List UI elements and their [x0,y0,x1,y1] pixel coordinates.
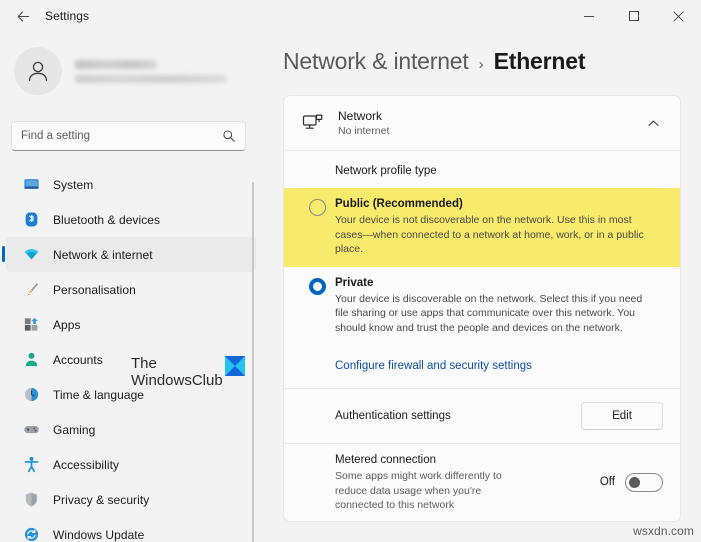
paintbrush-icon [22,281,40,299]
sidebar-nav: System Bluetooth & devices Network & int… [2,167,256,542]
apps-grid-icon [22,316,40,334]
monitor-icon [22,176,40,194]
radio-option-public[interactable]: Public (Recommended) Your device is not … [284,188,680,267]
toggle-knob [629,476,640,488]
maximize-button[interactable] [611,0,656,32]
sidebar-item-time-language[interactable]: Time & language [6,377,256,412]
title-bar: Settings [0,0,701,32]
sidebar-item-label: Network & internet [53,247,153,262]
sidebar-scrollbar[interactable] [252,182,254,542]
sidebar-item-bluetooth-devices[interactable]: Bluetooth & devices [6,202,256,237]
sidebar-item-label: Bluetooth & devices [53,212,161,227]
breadcrumb-parent[interactable]: Network & internet [283,48,469,75]
sidebar-item-gaming[interactable]: Gaming [6,412,256,447]
sidebar-item-label: Privacy & security [53,492,150,507]
sidebar-item-label: System [53,177,94,192]
user-profile[interactable] [14,42,262,100]
sidebar-item-label: Time & language [53,387,145,402]
window-controls [566,0,701,32]
search-input[interactable] [21,130,222,142]
settings-window: Settings Find a setting System Bluetooth… [0,0,701,542]
radio-option-description: Your device is discoverable on the netwo… [335,292,643,334]
network-name: Network [338,108,383,123]
metered-toggle-group: Off [599,472,663,492]
toggle-state-label: Off [599,476,615,489]
close-icon [673,10,684,22]
accessibility-icon [22,456,40,474]
sidebar-item-accessibility[interactable]: Accessibility [6,447,256,482]
sidebar-item-label: Accessibility [53,457,119,472]
network-status: No internet [338,124,390,137]
app-title: Settings [45,9,90,23]
chevron-up-icon[interactable] [640,110,666,136]
metered-connection-row: Metered connection Some apps might work … [284,444,680,521]
back-button[interactable] [7,1,39,31]
section-label: Network profile type [335,165,437,177]
radio-option-title: Private [335,276,374,289]
sidebar-item-system[interactable]: System [6,167,256,202]
profile-email-blurred [75,74,227,83]
radio-option-private[interactable]: Private Your device is discoverable on t… [284,267,680,346]
radio-option-description: Your device is not discoverable on the n… [335,214,644,255]
close-button[interactable] [656,0,701,32]
breadcrumb: Network & internet › Ethernet [262,32,701,75]
authentication-settings-row: Authentication settings Edit [284,389,680,443]
update-refresh-icon [22,526,40,542]
profile-text [75,59,227,83]
metered-texts: Metered connection Some apps might work … [335,452,600,513]
search-box[interactable] [11,121,246,151]
network-texts: Network No internet [338,109,640,138]
sidebar-item-label: Windows Update [53,527,145,542]
sidebar-item-label: Accounts [53,352,103,367]
profile-name-blurred [75,59,157,69]
sidebar-item-label: Apps [53,317,81,332]
ethernet-settings-card: Network No internet Network profile type… [283,95,681,522]
person-avatar-icon [28,61,48,82]
metered-connection-toggle[interactable] [625,472,663,492]
network-header-row[interactable]: Network No internet [284,96,680,150]
minimize-button[interactable] [566,0,611,32]
sidebar-item-network-internet[interactable]: Network & internet [2,237,256,272]
sidebar-item-accounts[interactable]: Accounts [6,342,256,377]
authentication-texts: Authentication settings [335,408,581,424]
search-icon[interactable] [222,129,236,143]
radio-indicator[interactable] [309,277,326,295]
sidebar-item-apps[interactable]: Apps [6,307,256,342]
configure-firewall-link[interactable]: Configure firewall and security settings [335,360,532,372]
gamepad-icon [22,421,40,439]
firewall-link-row: Configure firewall and security settings [284,345,680,388]
back-arrow-icon [17,10,29,22]
clock-icon [22,386,40,404]
wifi-icon [22,246,40,264]
sidebar-item-label: Gaming [53,422,96,437]
sidebar-item-label: Personalisation [53,282,136,297]
chevron-right-icon: › [478,56,484,73]
metered-title: Metered connection [335,454,437,466]
avatar [14,47,62,95]
page-title: Ethernet [493,48,586,74]
authentication-title: Authentication settings [335,410,451,422]
network-profile-section: Network profile type Public (Recommended… [284,151,680,388]
metered-description: Some apps might work differently to redu… [335,470,502,511]
shield-icon [22,491,40,509]
person-icon [22,351,40,369]
bluetooth-icon [22,211,40,229]
maximize-icon [628,11,639,21]
sidebar-item-windows-update[interactable]: Windows Update [6,517,256,542]
radio-option-title: Public (Recommended) [335,198,463,210]
radio-indicator[interactable] [309,199,326,216]
edit-button[interactable]: Edit [581,402,663,430]
sidebar-item-privacy-security[interactable]: Privacy & security [6,482,256,517]
minimize-icon [583,15,594,17]
search-container [11,121,246,151]
main-content: Network & internet › Ethernet Network No [262,32,701,542]
sidebar-item-personalisation[interactable]: Personalisation [6,272,256,307]
ethernet-pc-icon [301,111,325,135]
sidebar: System Bluetooth & devices [0,32,262,542]
